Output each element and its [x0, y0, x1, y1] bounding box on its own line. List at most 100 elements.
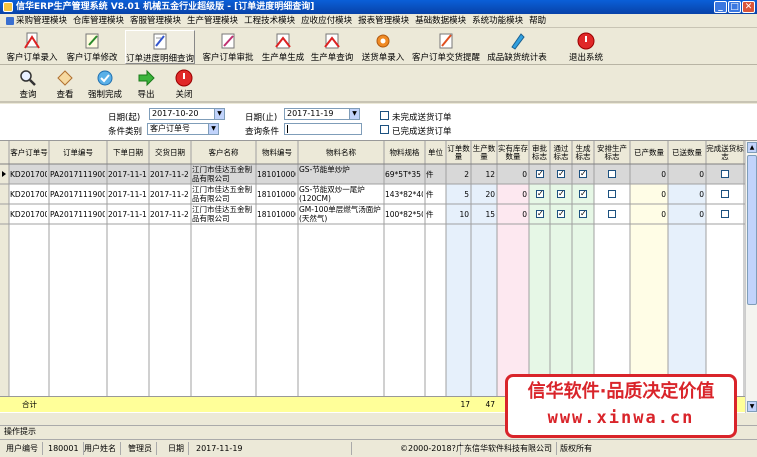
dropdown-arrow-icon[interactable]: ▼ — [349, 109, 359, 119]
export-button[interactable]: 导出 — [131, 68, 161, 101]
close-window-button[interactable]: ✕ — [742, 1, 755, 13]
search-icon — [20, 70, 36, 86]
menu-production[interactable]: 生产管理模块 — [184, 14, 241, 28]
menu-help[interactable]: 帮助 — [526, 14, 549, 28]
column-header[interactable]: 下单日期 — [107, 142, 149, 163]
column-header[interactable]: 通过标志 — [550, 142, 572, 163]
customer-order-entry-button[interactable]: 客户订单录入 — [6, 30, 58, 64]
column-header[interactable]: 物料名称 — [298, 142, 384, 163]
generate-checkbox[interactable] — [579, 169, 587, 178]
pass-checkbox[interactable] — [557, 189, 565, 198]
customer-order-edit-button[interactable]: 客户订单修改 — [64, 30, 120, 64]
column-header[interactable]: 单位 — [425, 142, 446, 163]
view-icon — [57, 70, 73, 86]
menu-customer-service[interactable]: 客服管理模块 — [127, 14, 184, 28]
column-header[interactable]: 物料规格 — [384, 142, 425, 163]
power-icon — [577, 32, 595, 50]
scroll-up-icon[interactable]: ▲ — [747, 142, 757, 153]
column-header[interactable]: 安排生产标志 — [594, 142, 630, 163]
delivery-date-cell: 2017-11-26 — [150, 190, 189, 199]
column-header[interactable]: 客户订单号 — [9, 142, 49, 163]
column-tint — [572, 164, 594, 397]
date-from-label: 日期(起) — [108, 113, 141, 123]
close-power-icon — [175, 69, 193, 87]
column-header[interactable]: 已产数量 — [630, 142, 668, 163]
reminder-icon — [439, 33, 453, 49]
menu-receivable-payable[interactable]: 应收应付模块 — [298, 14, 355, 28]
menu-warehouse[interactable]: 仓库管理模块 — [70, 14, 127, 28]
menu-base-data[interactable]: 基础数据模块 — [412, 14, 469, 28]
category-select[interactable]: 客户订单号 ▼ — [147, 123, 219, 135]
delivery-note-entry-button[interactable]: 送货单录入 — [360, 30, 406, 64]
production-order-generate-button[interactable]: 生产单生成 — [260, 30, 306, 64]
action-toolbar: 查询 查看 强制完成 导出 关闭 — [0, 66, 757, 103]
order-progress-query-button[interactable]: 订单进度明细查询 — [125, 30, 195, 64]
spec-cell: 143*82*40 — [385, 190, 423, 199]
user-name: 管理员 — [124, 442, 157, 455]
order-qty-cell: 5 — [464, 190, 469, 199]
scroll-down-icon[interactable]: ▼ — [747, 401, 757, 412]
date-to-picker[interactable]: 2017-11-19 ▼ — [284, 108, 360, 120]
menu-system[interactable]: 系统功能模块 — [469, 14, 526, 28]
order-date-cell: 2017-11-19 — [108, 170, 147, 179]
menu-reports[interactable]: 报表管理模块 — [355, 14, 412, 28]
unfinished-delivery-checkbox[interactable] — [380, 111, 389, 120]
arrow-right-icon — [138, 69, 155, 87]
query-condition-input[interactable] — [284, 123, 362, 135]
delivery-reminder-button[interactable]: 客户订单交货提醒 — [412, 30, 480, 64]
stock-qty-cell: 0 — [522, 210, 527, 219]
column-header[interactable]: 审批标志 — [529, 142, 550, 163]
scroll-thumb[interactable] — [747, 155, 757, 305]
column-header[interactable]: 已送数量 — [668, 142, 706, 163]
stock-qty-cell: 0 — [522, 190, 527, 199]
column-header[interactable]: 订单编号 — [49, 142, 107, 163]
arrange-checkbox[interactable] — [608, 170, 616, 178]
arrange-checkbox[interactable] — [608, 210, 616, 218]
approve-checkbox[interactable] — [536, 209, 544, 218]
column-header[interactable]: 订单数量 — [446, 142, 471, 163]
arrange-checkbox[interactable] — [608, 190, 616, 198]
menu-engineering[interactable]: 工程技术模块 — [241, 14, 298, 28]
dropdown-arrow-icon[interactable]: ▼ — [214, 109, 224, 119]
done-checkbox[interactable] — [721, 170, 729, 178]
menu-purchase[interactable]: 采购管理模块 — [4, 14, 70, 28]
pass-checkbox[interactable] — [557, 209, 565, 218]
vertical-scrollbar[interactable]: ▲ ▼ — [745, 141, 757, 413]
exit-system-button[interactable]: 退出系统 — [566, 30, 606, 64]
generate-checkbox[interactable] — [579, 209, 587, 218]
approve-checkbox[interactable] — [536, 189, 544, 198]
approve-checkbox[interactable] — [536, 169, 544, 178]
app-window: 信华ERP生产管理系统 V8.01 机械五金行业超级版 - [订单进度明细查询]… — [0, 0, 757, 457]
column-header[interactable]: 交货日期 — [149, 142, 191, 163]
column-header[interactable]: 生产数量 — [471, 142, 497, 163]
query-button[interactable]: 查询 — [13, 68, 43, 101]
window-controls: _ □ ✕ — [714, 1, 755, 13]
customer-order-approve-button[interactable]: 客户订单审批 — [200, 30, 256, 64]
force-complete-button[interactable]: 强制完成 — [88, 68, 122, 101]
dropdown-arrow-icon[interactable]: ▼ — [208, 124, 218, 134]
column-header[interactable]: 实有库存数量 — [497, 142, 529, 163]
title-bar: 信华ERP生产管理系统 V8.01 机械五金行业超级版 - [订单进度明细查询]… — [0, 0, 757, 14]
done-checkbox[interactable] — [721, 210, 729, 218]
produced-cell: 0 — [661, 210, 666, 219]
totals-label: 合计 — [22, 400, 37, 409]
column-header[interactable]: 客户名称 — [191, 142, 256, 163]
report-icon — [511, 33, 525, 50]
pass-checkbox[interactable] — [557, 169, 565, 178]
done-checkbox[interactable] — [721, 190, 729, 198]
finished-delivery-checkbox[interactable] — [380, 125, 389, 134]
date-from-picker[interactable]: 2017-10-20 ▼ — [149, 108, 225, 120]
generate-checkbox[interactable] — [579, 189, 587, 198]
production-order-query-button[interactable]: 生产单查询 — [308, 30, 356, 64]
column-header[interactable]: 完成送货标志 — [706, 142, 744, 163]
finished-delivery-label: 已完成送货订单 — [392, 127, 452, 137]
maximize-button[interactable]: □ — [728, 1, 741, 13]
column-header[interactable]: 生成标志 — [572, 142, 594, 163]
column-header[interactable]: 物料编号 — [256, 142, 298, 163]
stockout-report-button[interactable]: 成品缺货统计表 — [486, 30, 548, 64]
window-title: 信华ERP生产管理系统 V8.01 机械五金行业超级版 - [订单进度明细查询] — [16, 2, 315, 12]
delivered-cell: 0 — [699, 170, 704, 179]
view-button[interactable]: 查看 — [50, 68, 80, 101]
close-button[interactable]: 关闭 — [169, 68, 199, 101]
minimize-button[interactable]: _ — [714, 1, 727, 13]
